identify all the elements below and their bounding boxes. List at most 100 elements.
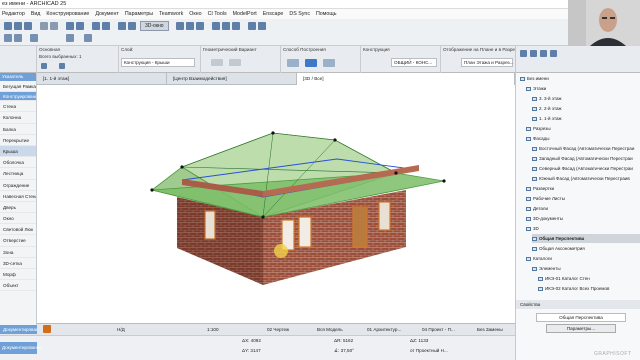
menu-item-window[interactable]: Окно (189, 11, 201, 17)
section-icon[interactable] (128, 22, 136, 30)
view-map-icon[interactable] (530, 50, 537, 57)
dy-field[interactable]: ΔY: 3147 (242, 348, 261, 353)
tool-morph[interactable]: Морф (0, 269, 36, 281)
menu-item-modelport[interactable]: ModelPort (233, 11, 257, 17)
arch-select[interactable]: 01 Архитектур... (367, 325, 401, 334)
publisher-icon[interactable] (550, 50, 557, 57)
quick-selection-icon[interactable] (30, 34, 38, 42)
save-icon[interactable] (24, 22, 32, 30)
tool-marquee[interactable]: Бегущая Рамка (0, 81, 36, 93)
nav-item[interactable]: Каталоги (526, 254, 640, 263)
arrow-tool-icon[interactable] (4, 34, 12, 42)
nav-item[interactable]: 2. 2-й этаж (532, 104, 640, 113)
menu-item-design[interactable]: Конструирование (46, 11, 89, 17)
undo-arrow-icon[interactable] (43, 325, 51, 333)
tool-railing[interactable]: Ограждение (0, 180, 36, 191)
properties-header[interactable]: Свойства (516, 300, 640, 309)
nav-item[interactable]: Западный Фасад (Автоматически Перестраи (532, 154, 640, 163)
open-file-icon[interactable] (14, 22, 22, 30)
nav-project-root[interactable]: Без имени (520, 74, 549, 83)
tool-slab[interactable]: Перекрытие (0, 135, 36, 146)
tool-section-documentation[interactable]: Документирование (0, 325, 37, 335)
floor-plan-icon[interactable] (118, 22, 126, 30)
nav-item[interactable]: 1. 1-й этаж (532, 114, 640, 123)
tool-shell[interactable]: Оболочка (0, 157, 36, 169)
menu-item-document[interactable]: Документ (95, 11, 119, 17)
nav-item[interactable]: Разрезы (526, 124, 640, 133)
snap-icon[interactable] (92, 22, 100, 30)
menu-item-ds-sync[interactable]: DS Sync (289, 11, 310, 17)
menu-item-help[interactable]: Помощь (316, 11, 336, 17)
menu-item-view[interactable]: Вид (31, 11, 41, 17)
polygon-method-icon[interactable] (287, 59, 299, 67)
parameters-button[interactable]: Параметры... (546, 324, 616, 333)
pointer-tool[interactable]: Указатель (0, 73, 36, 81)
tab-floor-plan[interactable]: [1. 1-й этаж] (37, 73, 167, 85)
rectangle-method-icon[interactable] (305, 59, 317, 67)
tool-column[interactable]: Колонна (0, 112, 36, 124)
tool-mesh[interactable]: 3D-сетка (0, 258, 36, 269)
nav-item[interactable]: Детали (526, 204, 640, 213)
nav-item[interactable]: Развертки (526, 184, 640, 193)
cut-plane-icon[interactable] (248, 22, 256, 30)
tool-curtain-wall[interactable]: Навесная Стена (0, 191, 36, 202)
nav-item[interactable]: Южный Фасад (Автоматически Перестраив (532, 174, 640, 183)
ortho-icon[interactable] (84, 34, 92, 42)
tool-object[interactable]: Объект (0, 280, 36, 292)
nav-item[interactable]: Рабочие Листы (526, 194, 640, 203)
tool-wall[interactable]: Стена (0, 101, 36, 113)
nav-item[interactable]: 3D (526, 224, 640, 233)
nav-item[interactable]: ИКЭ-02 Каталог Всех Проемов (538, 284, 640, 293)
nav-item[interactable]: 3D-документы (526, 214, 640, 223)
nav-item[interactable]: Восточный Фасад (Автоматически Перестраи (532, 144, 640, 153)
menu-item-teamwork[interactable]: Teamwork (159, 11, 183, 17)
roof-tool-icon[interactable] (59, 63, 65, 69)
model-select[interactable]: Вся Модель (317, 325, 343, 334)
project-select[interactable]: 04 Проект - П... (422, 325, 455, 334)
tool-roof[interactable]: Крыша (0, 145, 36, 158)
reference-field[interactable]: от Проектный Н... (410, 348, 448, 353)
tool-opening[interactable]: Отверстие (0, 235, 36, 247)
nav-item[interactable]: Общая Перспектива (532, 234, 640, 243)
nav-item[interactable]: Северный Фасад (Автоматически Перестраи (532, 164, 640, 173)
nav-item[interactable]: Общая Аксонометрия (532, 244, 640, 253)
nav-item[interactable]: Этажи (526, 84, 640, 93)
tool-window[interactable]: Окно (0, 213, 36, 225)
new-file-icon[interactable] (4, 22, 12, 30)
construction-select[interactable]: ОБЩИЙ - КОНС... (391, 58, 437, 67)
tab-interaction-center[interactable]: [Центр Взаимодействия] (167, 73, 297, 85)
layer-select[interactable]: Конструкция - Крыши (121, 58, 195, 67)
dz-field[interactable]: ΔZ: 1133 (410, 338, 428, 343)
settings-icon[interactable] (41, 63, 47, 69)
trace-icon[interactable] (102, 22, 110, 30)
view-name-field[interactable]: Общая Перспектива (536, 313, 626, 322)
nav-item[interactable]: Элементы (532, 264, 640, 273)
grid-snap-icon[interactable] (66, 34, 74, 42)
menu-item-options[interactable]: Параметры (125, 11, 153, 17)
3d-orbit-icon[interactable] (212, 22, 220, 30)
menu-item-enscape[interactable]: Enscape (263, 11, 284, 17)
marquee-tool-icon[interactable] (14, 34, 22, 42)
layout-book-icon[interactable] (540, 50, 547, 57)
project-map-icon[interactable] (520, 50, 527, 57)
measure-icon[interactable] (258, 22, 266, 30)
pan-icon[interactable] (232, 22, 240, 30)
scale-select[interactable]: 1:100 (207, 325, 219, 334)
3d-window-button[interactable]: 3D-окно (140, 21, 169, 31)
view-select[interactable]: 02 Чертеж (267, 325, 289, 334)
nav-item[interactable]: Фасады (526, 134, 640, 143)
display-select[interactable]: План Этажа и Разрез... (461, 58, 513, 67)
dx-field[interactable]: ΔX: 4092 (242, 338, 261, 343)
pen-set-icon[interactable] (196, 22, 204, 30)
tool-section-design[interactable]: Конструирование (0, 92, 36, 102)
tab-3d[interactable]: [3D / Все] (297, 73, 515, 85)
nav-item[interactable]: ИКЭ-01 Каталог Стен (538, 274, 640, 283)
nav-item[interactable]: 3. 3-й этаж (532, 94, 640, 103)
guide-line-icon[interactable] (76, 22, 84, 30)
single-plane-icon[interactable] (211, 59, 223, 66)
multi-plane-icon[interactable] (229, 59, 241, 66)
3d-viewport[interactable] (37, 85, 515, 323)
tool-stair[interactable]: Лестница (0, 168, 36, 180)
redo-icon[interactable] (50, 22, 58, 30)
rotated-method-icon[interactable] (323, 59, 335, 67)
